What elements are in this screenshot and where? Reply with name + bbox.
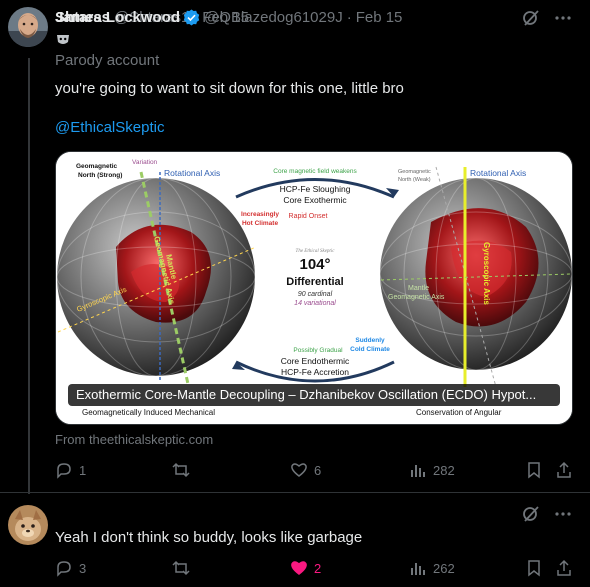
views-button[interactable]: 262 bbox=[409, 559, 455, 577]
avatar-shtaras[interactable] bbox=[8, 7, 48, 47]
views-icon bbox=[411, 563, 425, 575]
grok-icon[interactable] bbox=[522, 9, 540, 32]
views-count: 262 bbox=[433, 560, 455, 576]
diagram-label: Variation bbox=[132, 159, 158, 166]
reply-count: 3 bbox=[79, 560, 87, 576]
more-icon[interactable] bbox=[554, 9, 572, 32]
tweet-date[interactable]: Feb 15 bbox=[356, 9, 403, 26]
diagram-label: Rotational Axis bbox=[470, 168, 526, 178]
bookmark-button[interactable] bbox=[525, 461, 543, 479]
diagram-label: 14 variational bbox=[294, 300, 336, 307]
tweet-actions: 1 6 282 bbox=[55, 461, 575, 483]
grok-icon[interactable] bbox=[522, 505, 540, 528]
like-button[interactable]: 6 bbox=[290, 461, 321, 479]
card-caption: Exothermic Core-Mantle Decoupling – Dzha… bbox=[68, 384, 560, 406]
mask-icon bbox=[56, 33, 70, 47]
diagram-label: 104° bbox=[299, 256, 330, 273]
diagram-label: Suddenly bbox=[355, 337, 385, 344]
tweet-text: Yeah I don't think so buddy, looks like … bbox=[55, 529, 363, 546]
diagram-label: Rotational Axis bbox=[164, 168, 220, 178]
bookmark-button[interactable] bbox=[525, 559, 543, 577]
retweet-icon bbox=[172, 560, 190, 576]
diagram-label: Rapid Onset bbox=[289, 213, 328, 220]
link-card[interactable]: Geomagnetic North (Strong) Variation Rot… bbox=[55, 151, 573, 425]
share-icon bbox=[557, 559, 571, 576]
diagram-label: 90 cardinal bbox=[298, 291, 333, 298]
reply-count: 1 bbox=[79, 462, 87, 478]
views-icon bbox=[411, 465, 425, 477]
card-source[interactable]: From theethicalskeptic.com bbox=[55, 432, 213, 447]
tweet-top-icons bbox=[522, 505, 572, 528]
diagram-label: Increasingly bbox=[241, 211, 279, 218]
views-button[interactable]: 282 bbox=[409, 461, 455, 479]
diagram-label: Gyroscopic Axis bbox=[482, 242, 491, 305]
heart-icon bbox=[291, 463, 307, 477]
like-button[interactable]: 2 bbox=[290, 559, 321, 577]
bookmark-icon bbox=[528, 560, 540, 577]
diagram-label: North (Strong) bbox=[78, 172, 122, 179]
like-count: 2 bbox=[314, 560, 322, 576]
retweet-button[interactable] bbox=[172, 559, 190, 577]
diagram-label: The Ethical Skeptic bbox=[296, 249, 336, 254]
diagram-label: HCP-Fe Accretion bbox=[281, 367, 349, 377]
more-icon[interactable] bbox=[554, 505, 572, 528]
parody-label: Parody account bbox=[55, 52, 160, 69]
tweet-top-icons bbox=[522, 9, 572, 32]
diagram-label: Geomagnetic Axis bbox=[388, 294, 445, 301]
diagram-label: HCP-Fe Sloughing bbox=[280, 184, 351, 194]
diagram-label: Geomagnetic bbox=[398, 169, 431, 175]
views-count: 282 bbox=[433, 462, 455, 478]
share-icon bbox=[557, 461, 571, 478]
share-button[interactable] bbox=[555, 559, 573, 577]
diagram-label: Core Exothermic bbox=[283, 195, 347, 205]
avatar-james-lockwood[interactable] bbox=[8, 505, 48, 545]
diagram-label: Hot Climate bbox=[242, 220, 279, 227]
separator-dot: · bbox=[346, 9, 352, 26]
diagram-label: North (Weak) bbox=[398, 177, 431, 183]
retweet-button[interactable] bbox=[172, 461, 190, 479]
author-handle[interactable]: @QBlazedog61029J bbox=[204, 9, 343, 26]
tweet-header: James Lockwood @QBlazedog61029J · Feb 15 bbox=[55, 9, 402, 26]
diagram-label: Mantle bbox=[408, 285, 429, 292]
diagram-label: Core Endothermic bbox=[281, 356, 350, 366]
share-button[interactable] bbox=[555, 461, 573, 479]
verified-icon bbox=[183, 9, 200, 26]
like-count: 6 bbox=[314, 462, 322, 478]
tweet-text: you're going to want to sit down for thi… bbox=[55, 80, 404, 97]
diagram-label: Differential bbox=[286, 276, 343, 288]
reply-button[interactable]: 3 bbox=[55, 559, 86, 577]
reply-icon bbox=[57, 463, 71, 479]
diagram-label: Conservation of Angular bbox=[416, 408, 502, 417]
tweet-actions: 3 2 262 bbox=[55, 559, 575, 581]
reply-icon bbox=[57, 561, 71, 577]
diagram-label: Cold Climate bbox=[350, 346, 390, 353]
diagram-label: Possibly Gradual bbox=[293, 347, 343, 354]
mention-link[interactable]: @EthicalSkeptic bbox=[55, 119, 164, 136]
author-name[interactable]: James Lockwood bbox=[55, 9, 180, 26]
thread-line bbox=[28, 58, 30, 494]
heart-icon bbox=[291, 561, 307, 575]
bookmark-icon bbox=[528, 462, 540, 479]
retweet-icon bbox=[172, 462, 190, 478]
diagram-label: Geomagnetically Induced Mechanical bbox=[82, 408, 215, 417]
reply-button[interactable]: 1 bbox=[55, 461, 86, 479]
diagram-label: Core magnetic field weakens bbox=[273, 168, 357, 175]
diagram-label: Geomagnetic bbox=[76, 163, 118, 170]
